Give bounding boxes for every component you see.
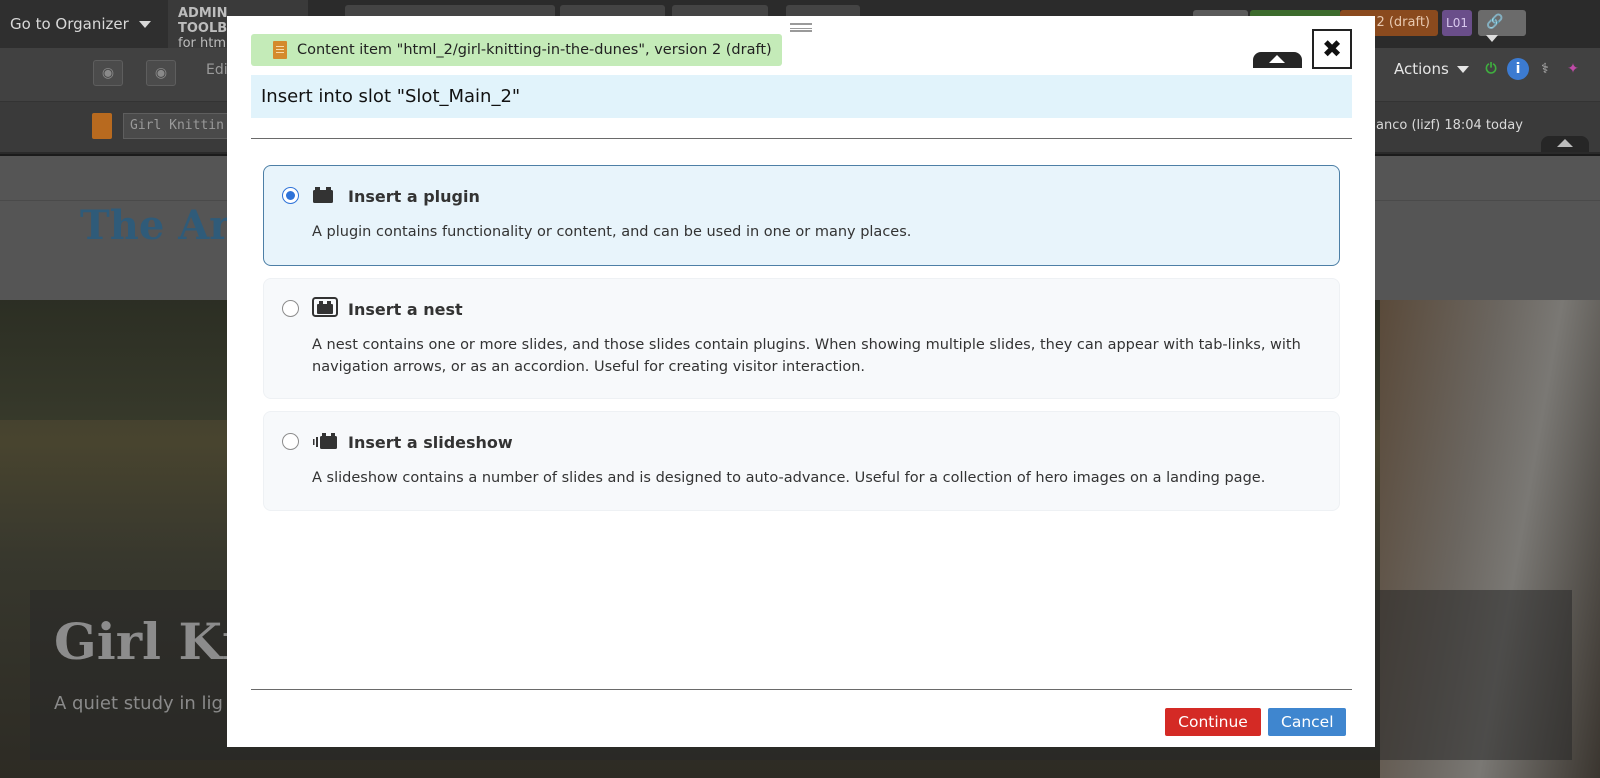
site-title: The Art — [80, 202, 249, 249]
actions-menu-button[interactable]: Actions — [1394, 60, 1469, 78]
edit-tab-label[interactable]: Edi — [206, 62, 228, 78]
divider — [251, 689, 1352, 690]
content-item-icon — [92, 113, 112, 139]
go-to-organizer-button[interactable]: Go to Organizer — [0, 0, 168, 48]
chevron-down-icon — [1456, 65, 1469, 73]
plugin-icon — [313, 187, 333, 203]
option-description: A slideshow contains a number of slides … — [312, 470, 1266, 486]
option-title: Insert a slideshow — [348, 433, 513, 452]
layout-badge[interactable]: L01 — [1442, 10, 1472, 36]
content-item-label: Content item "html_2/girl-knitting-in-th… — [297, 42, 772, 58]
insert-dialog: Content item "html_2/girl-knitting-in-th… — [227, 16, 1375, 747]
collapse-toolbar-tab[interactable] — [1253, 52, 1302, 68]
document-icon — [273, 41, 287, 59]
chevron-down-icon — [138, 20, 151, 28]
last-edited-info: anco (lizf) 18:04 today — [1376, 118, 1523, 133]
chevron-down-icon — [1486, 35, 1498, 42]
collapse-toolbar-tab[interactable] — [1541, 136, 1589, 152]
content-title-field[interactable]: Girl Knittin — [123, 113, 233, 139]
plugin-radio[interactable] — [282, 187, 299, 204]
option-title: Insert a plugin — [348, 187, 480, 206]
close-button[interactable]: ✖ — [1312, 29, 1352, 69]
drag-handle[interactable] — [790, 23, 812, 32]
slideshow-icon — [313, 433, 337, 449]
option-insert-slideshow[interactable]: Insert a slideshow A slideshow contains … — [263, 411, 1340, 511]
slot-heading: Insert into slot "Slot_Main_2" — [251, 75, 1352, 118]
option-title: Insert a nest — [348, 300, 463, 319]
magic-wand-icon[interactable]: ✦ — [1562, 58, 1584, 80]
divider — [251, 138, 1352, 139]
stethoscope-icon[interactable]: ⚕ — [1534, 58, 1556, 80]
hero-subtitle: A quiet study in lig — [54, 693, 223, 714]
option-insert-plugin[interactable]: Insert a plugin A plugin contains functi… — [263, 165, 1340, 266]
link-menu-button[interactable]: 🔗 — [1478, 10, 1526, 42]
option-description: A nest contains one or more slides, and … — [312, 337, 1301, 375]
power-icon[interactable]: ⏻ — [1480, 58, 1502, 80]
option-description: A plugin contains functionality or conte… — [312, 224, 912, 240]
nest-radio[interactable] — [282, 300, 299, 317]
actions-label: Actions — [1394, 60, 1449, 78]
eye-icon[interactable]: ◉ — [146, 60, 176, 86]
link-icon: 🔗 — [1486, 14, 1504, 30]
option-insert-nest[interactable]: Insert a nest A nest contains one or mor… — [263, 278, 1340, 399]
nest-icon — [312, 297, 338, 317]
cancel-button[interactable]: Cancel — [1268, 708, 1346, 736]
preview-icon[interactable]: ◉ — [93, 60, 123, 86]
info-icon[interactable]: i — [1507, 58, 1529, 80]
slideshow-radio[interactable] — [282, 433, 299, 450]
content-item-badge: Content item "html_2/girl-knitting-in-th… — [251, 34, 782, 66]
organizer-label: Go to Organizer — [10, 15, 129, 33]
continue-button[interactable]: Continue — [1165, 708, 1261, 736]
close-icon: ✖ — [1321, 35, 1343, 63]
